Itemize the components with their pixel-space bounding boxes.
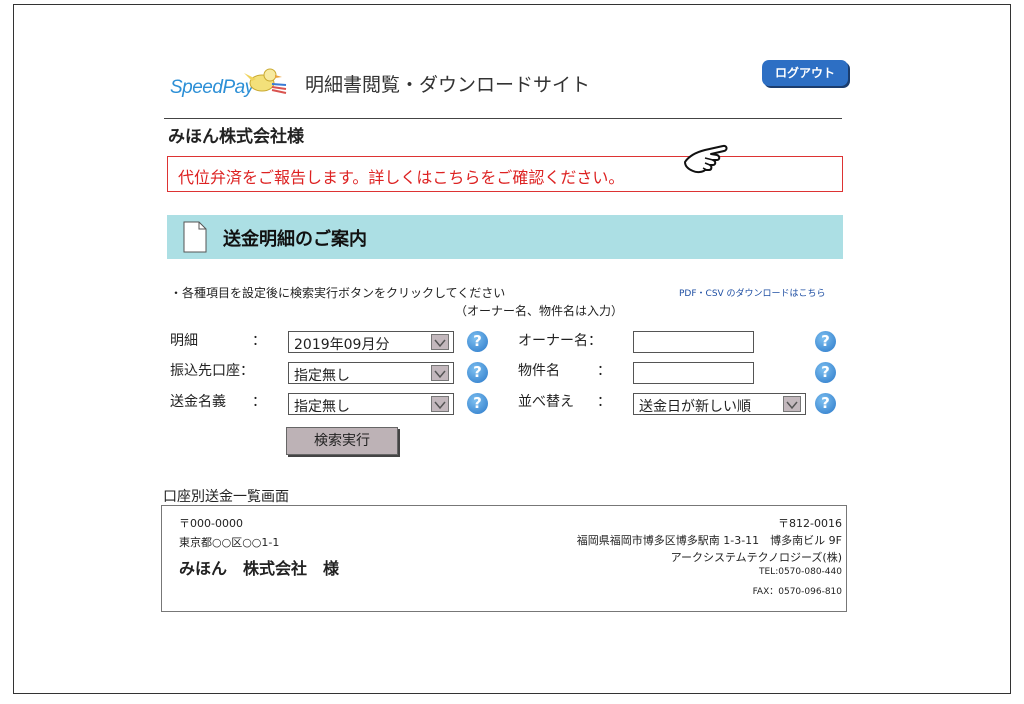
owner-input[interactable] — [633, 331, 754, 353]
chevron-down-icon[interactable] — [431, 396, 449, 412]
download-link[interactable]: PDF・CSV のダウンロードはこちら — [679, 286, 826, 299]
sender-address: 福岡県福岡市博多区博多駅南 1-3-11 博多南ビル 9F — [576, 534, 842, 547]
help-icon[interactable]: ? — [815, 362, 836, 383]
instruction-text: ・各種項目を設定後に検索実行ボタンをクリックしてください — [170, 286, 506, 300]
detail-select-value: 2019年09月分 — [294, 337, 390, 353]
owner-label: オーナー名： — [518, 333, 602, 349]
company-name: みほん株式会社様 — [168, 127, 304, 147]
property-label: 物件名 — [518, 363, 560, 379]
detail-label: 明細 — [170, 333, 198, 349]
account-select-value: 指定無し — [294, 368, 350, 384]
document-icon — [183, 221, 207, 253]
list-section-label: 口座別送金一覧画面 — [163, 489, 289, 505]
recipient-name: みほん 株式会社 様 — [179, 559, 340, 578]
pointing-hand-icon — [684, 144, 728, 174]
section-banner: 送金明細のご案内 — [167, 215, 843, 259]
sender-postal: 〒812-0016 — [778, 517, 842, 530]
search-button[interactable]: 検索実行 — [286, 427, 398, 455]
instruction-note: （オーナー名、物件名は入力） — [455, 304, 624, 318]
help-icon[interactable]: ? — [467, 393, 488, 414]
property-input[interactable] — [633, 362, 754, 384]
sort-select[interactable]: 送金日が新しい順 — [633, 393, 806, 415]
notice-link[interactable]: 代位弁済をご報告します。詳しくはこちらをご確認ください。 — [178, 164, 624, 188]
sender-select-value: 指定無し — [294, 399, 350, 415]
sender-tel: TEL:0570-080-440 — [759, 567, 842, 577]
detail-colon: ： — [252, 333, 266, 349]
address-panel: 〒000-0000 東京都○○区○○1-1 みほん 株式会社 様 〒812-00… — [161, 505, 847, 612]
account-label: 振込先口座： — [170, 363, 254, 379]
sender-label: 送金名義 — [170, 394, 226, 410]
property-colon: ： — [597, 363, 611, 379]
sender-colon: ： — [252, 394, 266, 410]
help-icon[interactable]: ? — [815, 331, 836, 352]
help-icon[interactable]: ? — [467, 362, 488, 383]
section-title: 送金明細のご案内 — [223, 229, 367, 250]
notice-box[interactable]: 代位弁済をご報告します。詳しくはこちらをご確認ください。 — [167, 156, 843, 192]
site-title: 明細書閲覧・ダウンロードサイト — [305, 74, 591, 96]
chevron-down-icon[interactable] — [783, 396, 801, 412]
recipient-postal: 〒000-0000 — [179, 517, 243, 530]
chevron-down-icon[interactable] — [431, 365, 449, 381]
sender-company: アークシステムテクノロジーズ(株) — [670, 551, 842, 564]
sender-fax: FAX：0570-096-810 — [752, 587, 842, 597]
chevron-down-icon[interactable] — [431, 334, 449, 350]
account-select[interactable]: 指定無し — [288, 362, 454, 384]
help-icon[interactable]: ? — [815, 393, 836, 414]
sender-select[interactable]: 指定無し — [288, 393, 454, 415]
sort-select-value: 送金日が新しい順 — [639, 399, 751, 415]
sort-label: 並べ替え — [518, 394, 574, 410]
speedpay-logo: SpeedPay — [170, 63, 290, 99]
header-divider — [164, 118, 842, 119]
detail-select[interactable]: 2019年09月分 — [288, 331, 454, 353]
recipient-address: 東京都○○区○○1-1 — [179, 536, 280, 549]
bird-icon — [244, 68, 287, 94]
logout-button[interactable]: ログアウト — [762, 60, 848, 86]
help-icon[interactable]: ? — [467, 331, 488, 352]
sort-colon: ： — [597, 394, 611, 410]
